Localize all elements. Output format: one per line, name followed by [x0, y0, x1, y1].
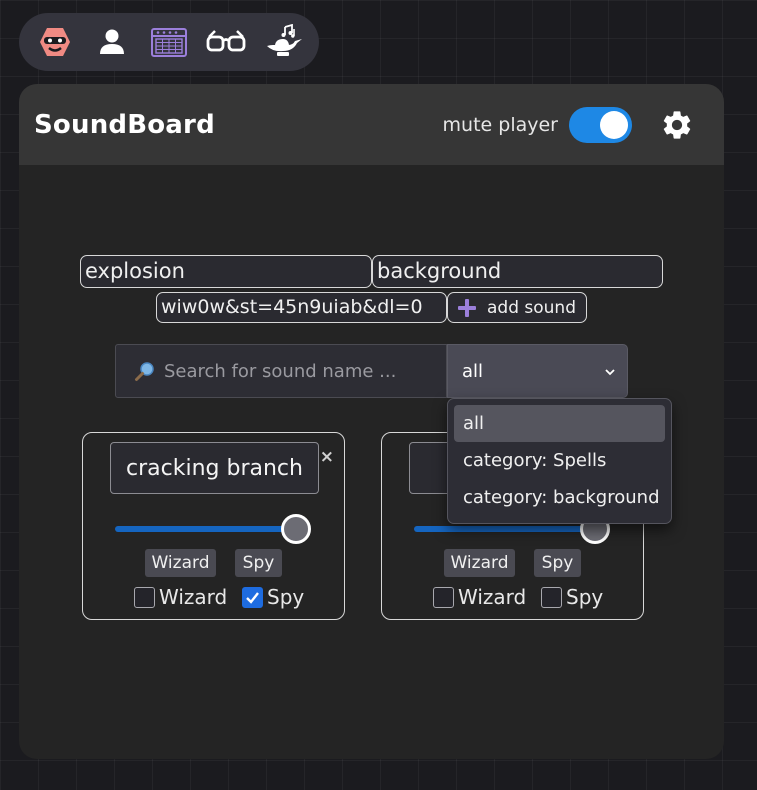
add-sound-label: add sound	[487, 297, 577, 318]
dropdown-option-all[interactable]: all	[454, 405, 665, 442]
amplifier-icon[interactable]	[149, 22, 189, 62]
check-wizard: Wizard	[433, 585, 526, 609]
wizard-checkbox[interactable]	[433, 586, 454, 608]
gear-icon[interactable]	[660, 108, 694, 142]
mute-toggle[interactable]	[569, 106, 632, 143]
magic-lamp-icon[interactable]	[263, 22, 303, 62]
spy-checkbox[interactable]	[242, 586, 263, 608]
check-spy: Spy	[242, 585, 304, 609]
panel-header: SoundBoard mute player	[19, 84, 724, 165]
tag-chip-wizard[interactable]: Wizard	[444, 549, 515, 577]
volume-slider-handle[interactable]	[281, 514, 311, 544]
dropdown-option-background[interactable]: category: background	[454, 479, 665, 516]
mute-label: mute player	[442, 113, 558, 136]
user-icon[interactable]	[92, 22, 132, 62]
category-filter-select[interactable]: all	[447, 344, 628, 398]
volume-slider-track[interactable]	[115, 526, 295, 532]
sound-card: cracking branch × Wizard Spy Wizard Spy	[82, 432, 345, 620]
search-box	[115, 344, 447, 398]
checkbox-label: Wizard	[159, 585, 228, 609]
header-controls: mute player	[443, 84, 694, 165]
check-icon	[246, 591, 259, 604]
mute-toggle-knob	[600, 110, 628, 139]
tag-chip-wizard[interactable]: Wizard	[145, 549, 216, 577]
add-sound-button[interactable]: add sound	[447, 292, 587, 323]
close-icon[interactable]: ×	[320, 447, 334, 467]
spy-checkbox[interactable]	[541, 586, 562, 608]
plus-icon	[458, 298, 476, 317]
checkbox-label: Spy	[267, 585, 305, 609]
search-icon	[135, 362, 154, 381]
checkbox-label: Spy	[566, 585, 604, 609]
search-input[interactable]	[164, 360, 434, 382]
checkbox-label: Wizard	[458, 585, 527, 609]
category-filter-value: all	[462, 360, 484, 382]
check-wizard: Wizard	[134, 585, 227, 609]
category-dropdown-menu: all category: Spells category: backgroun…	[447, 398, 672, 524]
wizard-checkbox[interactable]	[134, 586, 155, 608]
panel-title: SoundBoard	[34, 109, 215, 140]
chevron-down-icon	[605, 369, 615, 376]
dropdown-option-spells[interactable]: category: Spells	[454, 442, 665, 479]
sound-url-input[interactable]: wiw0w&st=45n9uiab&dl=0	[156, 292, 447, 323]
sound-name[interactable]: cracking branch	[110, 442, 319, 494]
tag-chip-spy[interactable]: Spy	[235, 549, 282, 577]
app-toolbar	[19, 13, 319, 71]
check-spy: Spy	[541, 585, 603, 609]
glasses-icon[interactable]	[206, 22, 246, 62]
tag-chip-spy[interactable]: Spy	[534, 549, 581, 577]
volume-slider-track[interactable]	[414, 526, 594, 532]
sound-category-input[interactable]: background	[372, 255, 663, 288]
hero-mask-icon[interactable]	[35, 22, 75, 62]
sound-name-input[interactable]: explosion	[80, 255, 372, 288]
